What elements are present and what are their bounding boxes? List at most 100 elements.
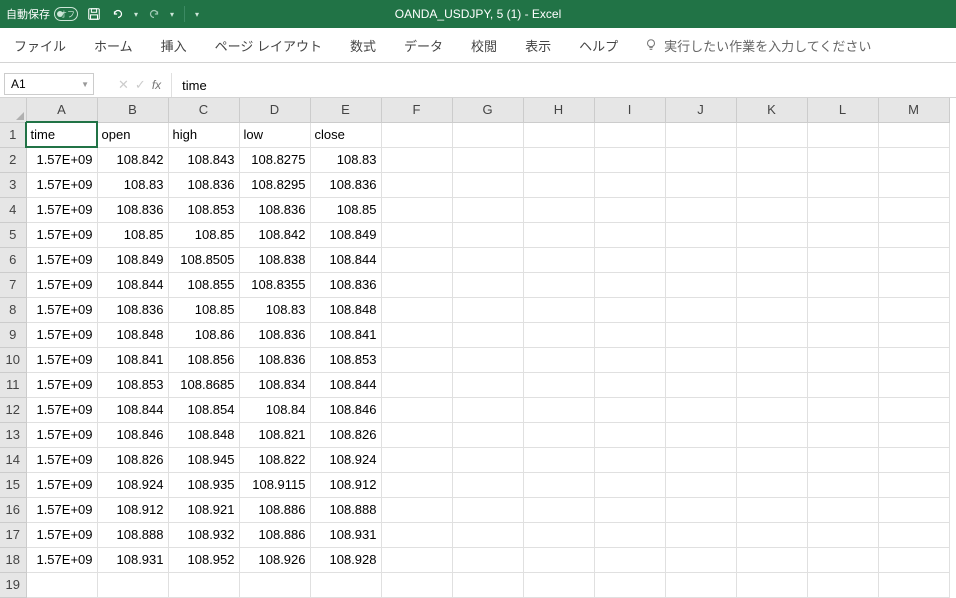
cell[interactable]	[381, 122, 452, 147]
name-box[interactable]: A1 ▼	[4, 73, 94, 95]
cell[interactable]: 1.57E+09	[26, 222, 97, 247]
row-header[interactable]: 9	[0, 322, 26, 347]
cell[interactable]	[452, 372, 523, 397]
save-icon[interactable]	[86, 6, 102, 22]
cell[interactable]	[878, 547, 949, 572]
cell[interactable]: 108.886	[239, 522, 310, 547]
cell[interactable]	[736, 572, 807, 597]
select-all-corner[interactable]	[0, 98, 26, 122]
cell[interactable]: 1.57E+09	[26, 422, 97, 447]
tab-formulas[interactable]: 数式	[336, 28, 390, 62]
cell[interactable]	[523, 322, 594, 347]
cell[interactable]: 108.848	[168, 422, 239, 447]
cell[interactable]: 108.821	[239, 422, 310, 447]
column-header[interactable]: A	[26, 98, 97, 122]
cell[interactable]	[381, 147, 452, 172]
cell[interactable]	[452, 197, 523, 222]
row-header[interactable]: 3	[0, 172, 26, 197]
cell[interactable]: 1.57E+09	[26, 322, 97, 347]
cell[interactable]	[97, 572, 168, 597]
cell[interactable]: 108.85	[97, 222, 168, 247]
cell[interactable]: 1.57E+09	[26, 272, 97, 297]
cell[interactable]: 108.855	[168, 272, 239, 297]
cell[interactable]	[807, 222, 878, 247]
formula-input[interactable]: time	[172, 73, 956, 97]
cell[interactable]	[807, 472, 878, 497]
cell[interactable]	[807, 197, 878, 222]
row-header[interactable]: 19	[0, 572, 26, 597]
cell[interactable]: 108.836	[310, 172, 381, 197]
cell[interactable]: 108.841	[310, 322, 381, 347]
cell[interactable]: 108.912	[310, 472, 381, 497]
cell[interactable]: 108.952	[168, 547, 239, 572]
cell[interactable]	[594, 572, 665, 597]
cell[interactable]	[665, 322, 736, 347]
cell[interactable]: 1.57E+09	[26, 197, 97, 222]
cell[interactable]: 108.83	[310, 147, 381, 172]
cell[interactable]	[381, 397, 452, 422]
cell[interactable]: 108.84	[239, 397, 310, 422]
cell[interactable]: 108.853	[168, 197, 239, 222]
column-header[interactable]: G	[452, 98, 523, 122]
cell[interactable]	[807, 522, 878, 547]
column-header[interactable]: B	[97, 98, 168, 122]
cell[interactable]	[736, 522, 807, 547]
column-header[interactable]: C	[168, 98, 239, 122]
cell[interactable]: 108.836	[239, 322, 310, 347]
cell[interactable]: 108.842	[239, 222, 310, 247]
cell[interactable]	[594, 547, 665, 572]
cell[interactable]	[523, 272, 594, 297]
cell[interactable]: 1.57E+09	[26, 522, 97, 547]
row-header[interactable]: 16	[0, 497, 26, 522]
cell[interactable]	[594, 472, 665, 497]
cell[interactable]: high	[168, 122, 239, 147]
cell[interactable]: 108.853	[310, 347, 381, 372]
cell[interactable]	[310, 572, 381, 597]
cell[interactable]	[452, 172, 523, 197]
cell[interactable]	[665, 497, 736, 522]
tell-me-search[interactable]: 実行したい作業を入力してください	[632, 28, 883, 62]
tab-home[interactable]: ホーム	[80, 28, 147, 62]
cell[interactable]: 1.57E+09	[26, 497, 97, 522]
spreadsheet-grid[interactable]: ABCDEFGHIJKLM1timeopenhighlowclose21.57E…	[0, 98, 956, 598]
cell[interactable]: 108.826	[97, 447, 168, 472]
cell[interactable]: 108.945	[168, 447, 239, 472]
cell[interactable]: 108.842	[97, 147, 168, 172]
cell[interactable]	[523, 447, 594, 472]
cell[interactable]	[665, 172, 736, 197]
cell[interactable]	[452, 247, 523, 272]
cell[interactable]: 108.932	[168, 522, 239, 547]
cell[interactable]	[452, 347, 523, 372]
qat-customize-icon[interactable]: ▾	[195, 10, 199, 19]
column-header[interactable]: F	[381, 98, 452, 122]
cell[interactable]: 108.846	[97, 422, 168, 447]
cell[interactable]	[523, 122, 594, 147]
cell[interactable]	[736, 147, 807, 172]
cell[interactable]	[523, 422, 594, 447]
cell[interactable]	[807, 447, 878, 472]
cell[interactable]	[665, 272, 736, 297]
cell[interactable]	[594, 372, 665, 397]
undo-dropdown-icon[interactable]: ▾	[134, 10, 138, 19]
row-header[interactable]: 14	[0, 447, 26, 472]
cell[interactable]	[878, 247, 949, 272]
cell[interactable]	[736, 422, 807, 447]
column-header[interactable]: I	[594, 98, 665, 122]
cell[interactable]: 108.838	[239, 247, 310, 272]
cell[interactable]	[736, 122, 807, 147]
cell[interactable]	[807, 547, 878, 572]
cell[interactable]	[381, 472, 452, 497]
cell[interactable]: 108.86	[168, 322, 239, 347]
cell[interactable]: 108.841	[97, 347, 168, 372]
cell[interactable]: 108.85	[168, 297, 239, 322]
cell[interactable]: 108.926	[239, 547, 310, 572]
cell[interactable]	[452, 297, 523, 322]
cell[interactable]	[665, 197, 736, 222]
row-header[interactable]: 15	[0, 472, 26, 497]
tab-help[interactable]: ヘルプ	[565, 28, 632, 62]
cell[interactable]: 1.57E+09	[26, 172, 97, 197]
cell[interactable]	[452, 322, 523, 347]
cell[interactable]	[381, 272, 452, 297]
cell[interactable]	[736, 297, 807, 322]
cell[interactable]: 108.921	[168, 497, 239, 522]
